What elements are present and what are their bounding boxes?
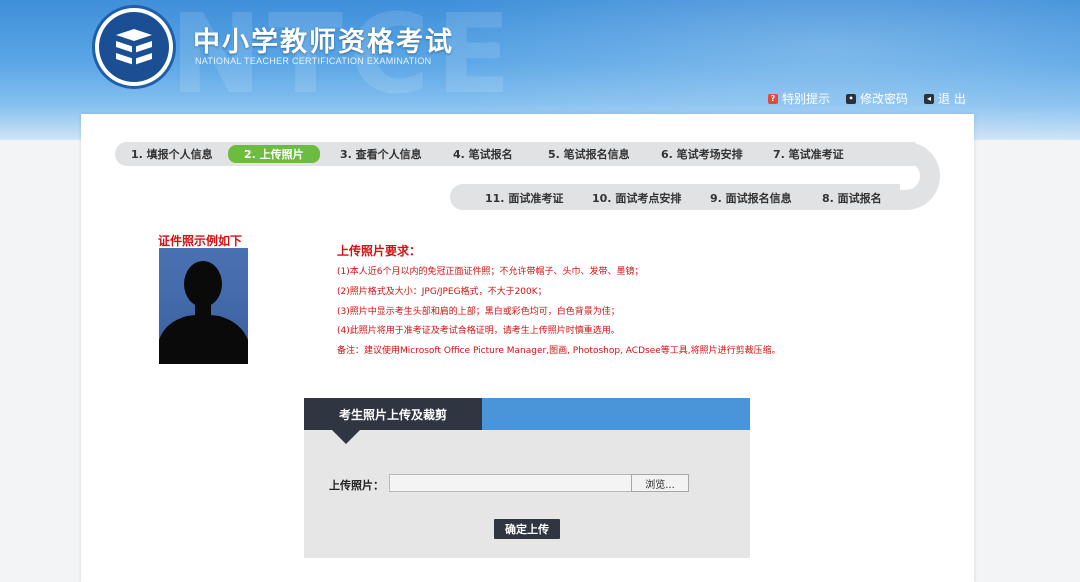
logout-link[interactable]: ◂ 退 出: [924, 90, 966, 107]
browse-button[interactable]: 浏览...: [631, 474, 689, 492]
change-password-link[interactable]: • 修改密码: [846, 90, 908, 107]
requirement-note: 备注：建议使用Microsoft Office Picture Manager,…: [337, 346, 781, 356]
notice-icon: ?: [768, 93, 778, 104]
step-view-info[interactable]: 3. 查看个人信息: [340, 146, 422, 162]
logout-icon: ◂: [924, 93, 935, 104]
person-silhouette-icon: [159, 261, 248, 364]
example-photo-label: 证件照示例如下: [158, 234, 243, 248]
requirements-title: 上传照片要求：: [337, 244, 422, 258]
step-written-register-info[interactable]: 5. 笔试报名信息: [548, 146, 630, 162]
step-interview-register[interactable]: 8. 面试报名: [822, 190, 882, 206]
site-title: 中小学教师资格考试: [193, 27, 454, 58]
example-photo: [159, 248, 248, 364]
requirement-line-1: (1)本人近6个月以内的免冠正面证件照；不允许带帽子、头巾、发带、墨镜；: [337, 267, 644, 277]
upload-box-title: 考生照片上传及裁剪: [304, 398, 482, 430]
step-upload-photo[interactable]: 2. 上传照片: [228, 145, 320, 163]
requirement-line-2: (2)照片格式及大小：JPG/JPEG格式，不大于200K；: [337, 287, 547, 297]
step-written-admission[interactable]: 7. 笔试准考证: [773, 146, 844, 162]
step-interview-admission[interactable]: 11. 面试准考证: [485, 190, 563, 206]
step-written-exam-room[interactable]: 6. 笔试考场安排: [661, 146, 743, 162]
file-input-label: 上传照片：: [329, 479, 384, 492]
upload-box-header: 考生照片上传及裁剪: [304, 398, 750, 444]
header-links: ? 特别提示 • 修改密码 ◂ 退 出: [768, 90, 966, 107]
requirement-line-4: (4)此照片将用于准考证及考试合格证明，请考生上传照片时慎重选用。: [337, 326, 620, 336]
notice-link[interactable]: ? 特别提示: [768, 90, 830, 107]
header-pointer-icon: [332, 430, 360, 444]
step-written-register[interactable]: 4. 笔试报名: [453, 146, 513, 162]
ntce-logo: [92, 5, 176, 89]
logout-label: 退 出: [938, 92, 966, 106]
notice-link-label: 特别提示: [782, 92, 831, 106]
change-password-label: 修改密码: [860, 92, 909, 106]
password-icon: •: [846, 93, 857, 104]
file-path-input[interactable]: [389, 474, 632, 492]
requirement-line-3: (3)照片中显示考生头部和肩的上部；黑白或彩色均可，白色背景为佳；: [337, 307, 620, 317]
step-interview-site[interactable]: 10. 面试考点安排: [592, 190, 681, 206]
site-subtitle: NATIONAL TEACHER CERTIFICATION EXAMINATI…: [195, 56, 432, 66]
logo-emblem-icon: [99, 12, 169, 82]
photo-upload-box: 考生照片上传及裁剪 上传照片： 浏览... 确定上传: [304, 398, 750, 558]
step-fill-info[interactable]: 1. 填报个人信息: [131, 146, 213, 162]
confirm-upload-button[interactable]: 确定上传: [494, 519, 560, 539]
step-interview-register-info[interactable]: 9. 面试报名信息: [710, 190, 792, 206]
